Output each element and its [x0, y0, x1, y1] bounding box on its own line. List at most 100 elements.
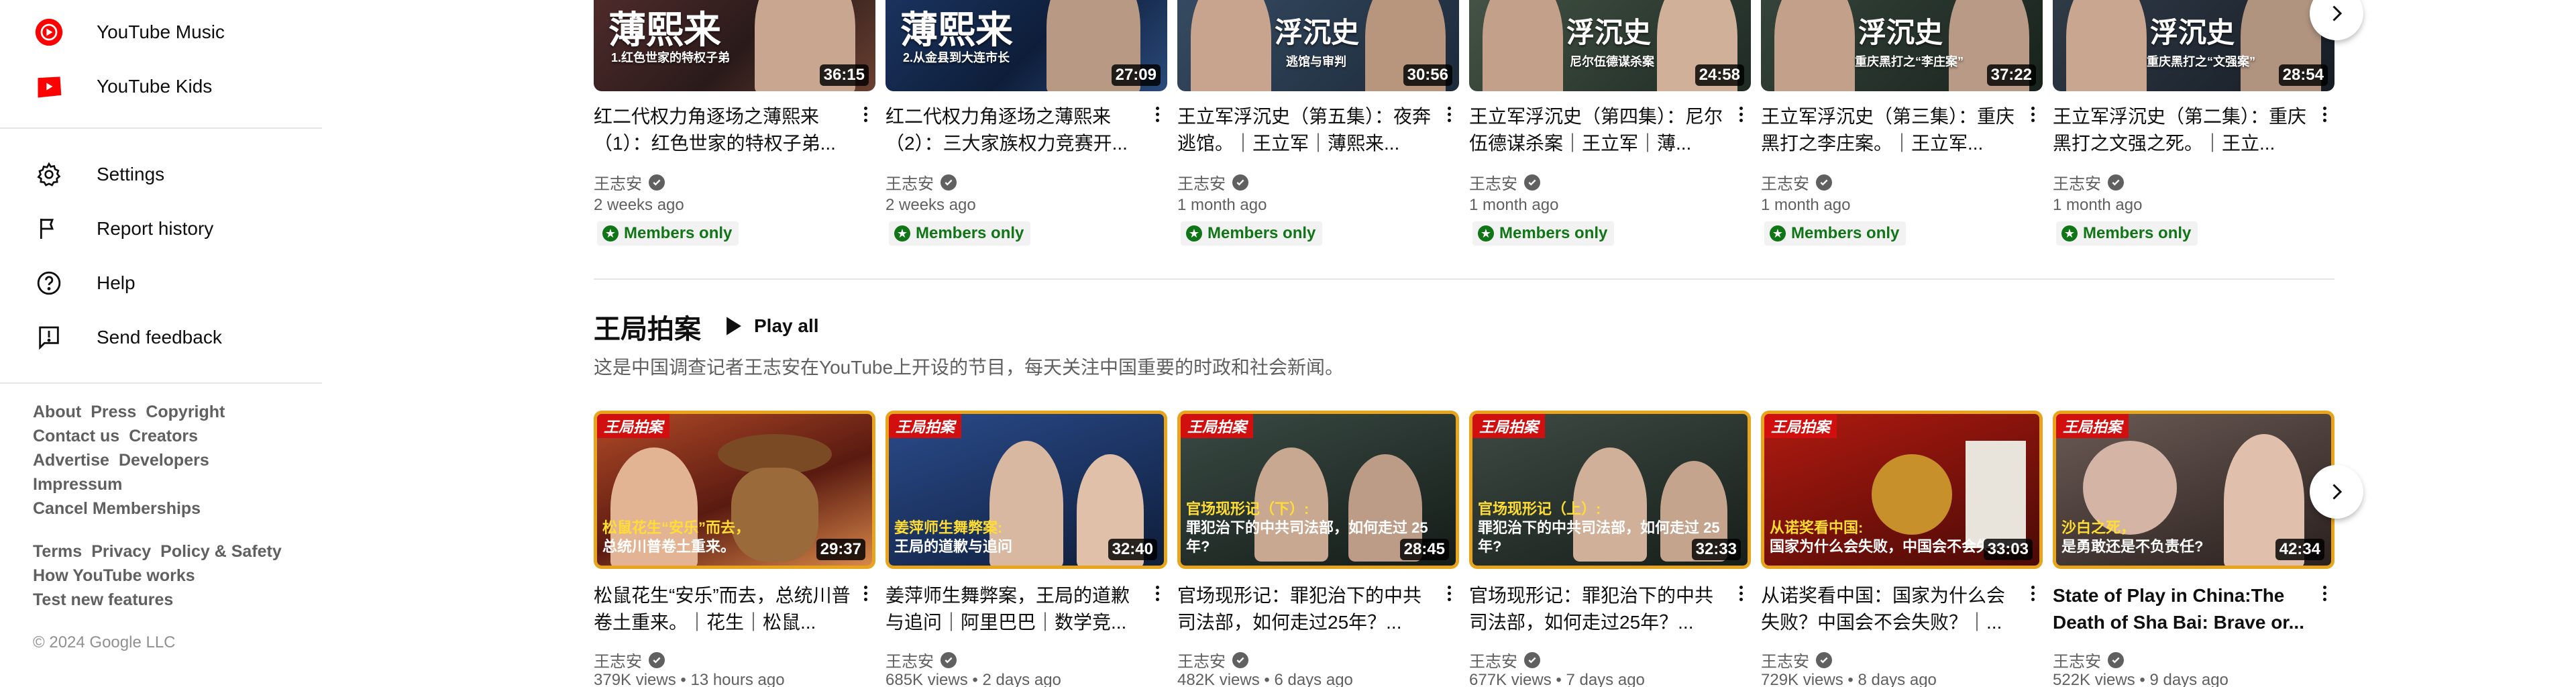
copyright-text: © 2024 Google LLC — [33, 633, 176, 651]
channel-name[interactable]: 王志安 — [2053, 648, 2124, 672]
sidebar-item-youtube-music[interactable]: YouTube Music — [0, 5, 322, 59]
video-thumbnail[interactable]: 王局拍案 姜萍师生舞弊案: 王局的道歉与追问 32:40 — [885, 411, 1167, 569]
caption-highlight: 官场现形记（上）: — [1478, 500, 1601, 517]
channel-name[interactable]: 王志安 — [1761, 170, 1832, 194]
footer-link-how-youtube-works[interactable]: How YouTube works — [33, 566, 195, 585]
thumbnail-subtitle-text: 逃馆与审判 — [1286, 55, 1346, 68]
video-thumbnail[interactable]: 薄熙来 2.从金县到大连市长 27:09 — [885, 0, 1167, 91]
video-title[interactable]: 红二代权力角逐场之薄熙来（2）：三大家族权力竞赛开... — [885, 103, 1144, 157]
caption-text: 王局的道歉与追问 — [894, 538, 1013, 555]
more-actions-icon[interactable] — [1733, 580, 1749, 606]
video-title[interactable]: 官场现形记：罪犯治下的中共司法部，如何走过25年？... — [1177, 582, 1436, 636]
members-only-label: Members only — [916, 224, 1024, 242]
video-thumbnail[interactable]: 浮沉史 重庆黑打之“李庄案” 37:22 — [1761, 0, 2043, 91]
video-title[interactable]: 红二代权力角逐场之薄熙来（1）：红色世家的特权子弟... — [594, 103, 852, 157]
more-actions-icon[interactable] — [857, 101, 873, 127]
channel-name[interactable]: 王志安 — [594, 648, 665, 672]
caption-text: 是勇敢还是不负责任? — [2061, 538, 2204, 555]
more-actions-icon[interactable] — [1733, 101, 1749, 127]
channel-name[interactable]: 王志安 — [1761, 648, 1832, 672]
footer-link-policy-safety[interactable]: Policy & Safety — [160, 542, 282, 561]
footer-link-impressum[interactable]: Impressum — [33, 475, 122, 494]
video-title[interactable]: 官场现形记：罪犯治下的中共司法部，如何走过25年？... — [1469, 582, 1727, 636]
verified-icon — [649, 651, 665, 668]
video-thumbnail[interactable]: 王局拍案 松鼠花生“安乐”而去， 总统川普卷土重来。 29:37 — [594, 411, 875, 569]
more-actions-icon[interactable] — [2316, 101, 2332, 127]
more-actions-icon[interactable] — [2316, 580, 2332, 606]
footer-link-copyright[interactable]: Copyright — [146, 403, 225, 421]
video-title[interactable]: State of Play in China:The Death of Sha … — [2053, 582, 2311, 636]
channel-name[interactable]: 王志安 — [594, 170, 665, 194]
video-title[interactable]: 王立军浮沉史（第五集）：夜奔逃馆。｜王立军｜薄熙来... — [1177, 103, 1436, 157]
shelf-ribbon: 王局拍案 — [2056, 414, 2129, 438]
channel-name[interactable]: 王志安 — [885, 170, 957, 194]
sidebar-item-label: Send feedback — [97, 327, 222, 348]
more-actions-icon[interactable] — [1441, 101, 1457, 127]
channel-name[interactable]: 王志安 — [1469, 170, 1540, 194]
more-actions-icon[interactable] — [1149, 101, 1165, 127]
more-actions-icon[interactable] — [2025, 580, 2041, 606]
sidebar: YouTube Music YouTube Kids Settings Repo… — [0, 0, 322, 687]
video-age: 1 month ago — [1177, 196, 1267, 214]
footer-link-developers[interactable]: Developers — [119, 451, 209, 470]
footer-link-creators[interactable]: Creators — [129, 427, 198, 445]
video-thumbnail[interactable]: 浮沉史 重庆黑打之“文强案” 28:54 — [2053, 0, 2334, 91]
video-title[interactable]: 松鼠花生“安乐”而去，总统川普卷土重来。｜花生｜松鼠... — [594, 582, 852, 636]
video-thumbnail[interactable]: 浮沉史 逃馆与审判 30:56 — [1177, 0, 1459, 91]
footer-link-contact[interactable]: Contact us — [33, 427, 119, 445]
duration-badge: 37:22 — [1986, 64, 2036, 86]
video-thumbnail[interactable]: 王局拍案 从诺奖看中国: 国家为什么会失败，中国会不会失败? 33:03 — [1761, 411, 2043, 569]
shelf-title[interactable]: 王局拍案 — [594, 307, 701, 346]
duration-badge: 42:34 — [2275, 539, 2324, 560]
channel-name[interactable]: 王志安 — [1177, 648, 1248, 672]
chevron-right-icon — [2332, 5, 2343, 21]
footer-link-privacy[interactable]: Privacy — [91, 542, 151, 561]
caption-highlight: 沙白之死， — [2061, 519, 2136, 536]
footer-link-terms[interactable]: Terms — [33, 542, 82, 561]
sidebar-item-help[interactable]: Help — [0, 256, 322, 310]
footer-link-about[interactable]: About — [33, 403, 81, 421]
channel-name-text: 王志安 — [885, 175, 934, 193]
verified-icon — [1524, 174, 1540, 191]
sidebar-item-send-feedback[interactable]: Send feedback — [0, 311, 322, 364]
caption-highlight: 官场现形记（下）: — [1186, 500, 1309, 517]
channel-name-text: 王志安 — [594, 653, 642, 671]
more-actions-icon[interactable] — [1441, 580, 1457, 606]
video-views-age: 677K views • 7 days ago — [1469, 671, 1645, 687]
footer-link-press[interactable]: Press — [91, 403, 136, 421]
more-actions-icon[interactable] — [857, 580, 873, 606]
footer-links-row: Advertise Developers — [33, 451, 219, 470]
video-thumbnail[interactable]: 薄熙来 1.红色世家的特权子弟 36:15 — [594, 0, 875, 91]
video-views-age: 729K views • 8 days ago — [1761, 671, 1937, 687]
play-all-button[interactable]: Play all — [724, 310, 819, 342]
video-title[interactable]: 从诺奖看中国：国家为什么会失败？中国会不会失败？｜... — [1761, 582, 2019, 636]
video-thumbnail[interactable]: 王局拍案 沙白之死， 是勇敢还是不负责任? 42:34 — [2053, 411, 2334, 569]
sidebar-item-youtube-kids[interactable]: YouTube Kids — [0, 60, 322, 113]
next-arrow-button[interactable] — [2310, 465, 2363, 519]
channel-name[interactable]: 王志安 — [1177, 170, 1248, 194]
footer-link-advertise[interactable]: Advertise — [33, 451, 109, 470]
video-thumbnail[interactable]: 王局拍案 官场现形记（上）: 罪犯治下的中共司法部，如何走过 25 年? 32:3… — [1469, 411, 1751, 569]
thumbnail-title-text: 薄熙来 — [608, 9, 721, 51]
footer-links-row: About Press Copyright — [33, 403, 234, 422]
video-title[interactable]: 姜萍师生舞弊案，王局的道歉与追问｜阿里巴巴｜数学竞... — [885, 582, 1144, 636]
channel-name[interactable]: 王志安 — [1469, 648, 1540, 672]
more-actions-icon[interactable] — [2025, 101, 2041, 127]
channel-name[interactable]: 王志安 — [2053, 170, 2124, 194]
video-title[interactable]: 王立军浮沉史（第四集）：尼尔伍德谋杀案｜王立军｜薄... — [1469, 103, 1727, 157]
video-thumbnail[interactable]: 浮沉史 尼尔伍德谋杀案 24:58 — [1469, 0, 1751, 91]
footer-link-test-new-features[interactable]: Test new features — [33, 590, 173, 609]
video-thumbnail[interactable]: 王局拍案 官场现形记（下）: 罪犯治下的中共司法部，如何走过 25 年? 28:4… — [1177, 411, 1459, 569]
video-title[interactable]: 王立军浮沉史（第二集）：重庆黑打之文强之死。｜王立... — [2053, 103, 2311, 157]
caption-highlight: 从诺奖看中国: — [1770, 519, 1864, 536]
footer-link-cancel-memberships[interactable]: Cancel Memberships — [33, 499, 201, 518]
sidebar-item-settings[interactable]: Settings — [0, 148, 322, 201]
video-title[interactable]: 王立军浮沉史（第三集）：重庆黑打之李庄案。｜王立军... — [1761, 103, 2019, 157]
channel-name-text: 王志安 — [1761, 653, 1809, 671]
sidebar-divider — [0, 127, 322, 129]
sidebar-item-report-history[interactable]: Report history — [0, 202, 322, 256]
channel-name[interactable]: 王志安 — [885, 648, 957, 672]
more-actions-icon[interactable] — [1149, 580, 1165, 606]
thumbnail-title-text: 浮沉史 — [1566, 17, 1652, 48]
play-icon — [727, 317, 741, 335]
